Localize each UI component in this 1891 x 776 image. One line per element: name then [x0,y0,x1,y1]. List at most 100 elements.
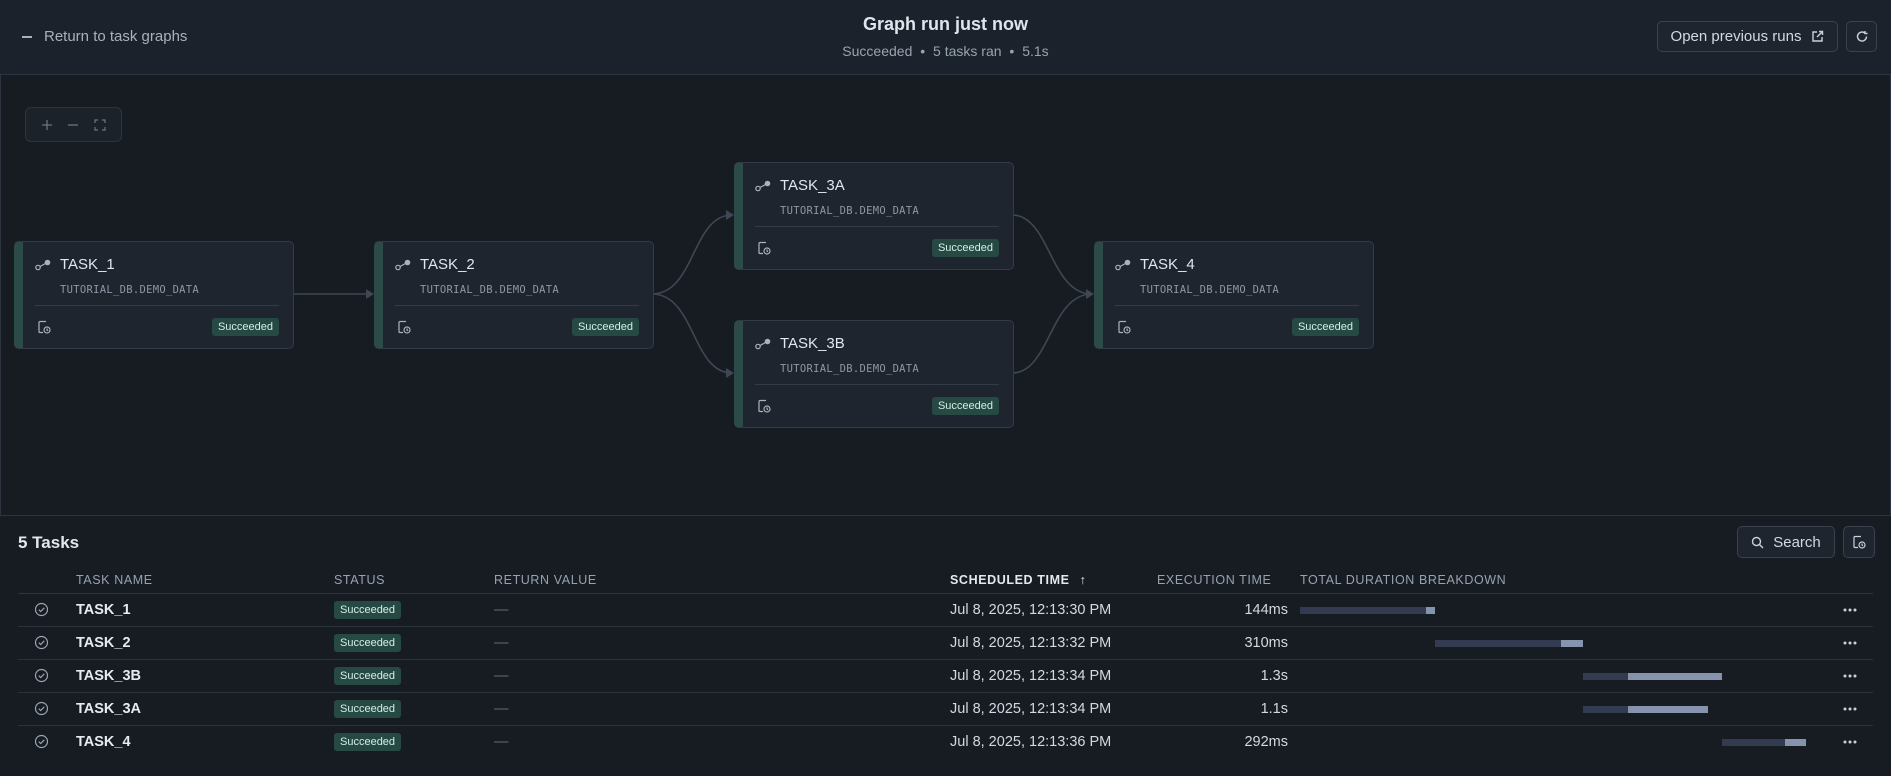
check-circle-icon [34,635,49,650]
task-name-cell[interactable]: TASK_3B [76,668,141,684]
open-previous-runs-button[interactable]: Open previous runs [1657,21,1838,52]
graph-node-task-3b[interactable]: TASK_3B TUTORIAL_DB.DEMO_DATA Succeeded [734,320,1014,428]
column-header-scheduled-time-label: SCHEDULED TIME [950,573,1070,587]
fit-view-icon [94,118,106,131]
row-more-button[interactable] [1838,633,1862,653]
task-name-cell[interactable]: TASK_3A [76,701,141,717]
row-more-button[interactable] [1838,600,1862,620]
task-node-icon [755,338,771,349]
return-value-cell: — [494,668,509,684]
column-header-status[interactable]: STATUS [334,573,385,587]
column-header-task-name[interactable]: TASK NAME [76,573,153,587]
minus-icon [68,123,79,126]
external-link-icon [1812,30,1824,42]
export-icon [1853,535,1866,549]
node-name: TASK_4 [1140,256,1195,273]
scheduled-time-cell: Jul 8, 2025, 12:13:36 PM [950,734,1112,750]
run-status: Succeeded [842,43,913,59]
column-header-duration-breakdown[interactable]: TOTAL DURATION BREAKDOWN [1300,573,1506,587]
column-header-execution-time[interactable]: EXECUTION TIME [1157,573,1271,587]
divider [755,384,999,385]
zoom-in-button[interactable] [38,116,56,134]
separator: • [1009,43,1015,59]
duration-wait-bar [1300,607,1426,614]
node-header: TASK_1 [35,256,115,273]
task-node-icon [755,180,771,191]
column-header-scheduled-time[interactable]: SCHEDULED TIME ↑ [950,573,1086,587]
task-node-icon [1115,259,1131,270]
tasks-ran: 5 tasks ran [933,43,1002,59]
row-more-button[interactable] [1838,666,1862,686]
header: Return to task graphs Graph run just now… [0,0,1891,75]
task-name-cell[interactable]: TASK_2 [76,635,131,651]
status-cell: Succeeded [334,601,402,619]
graph-node-task-4[interactable]: TASK_4 TUTORIAL_DB.DEMO_DATA Succeeded [1094,241,1374,349]
table-row[interactable]: TASK_1 Succeeded — Jul 8, 2025, 12:13:30… [18,594,1873,627]
refresh-button[interactable] [1846,21,1877,52]
divider [755,226,999,227]
table-row[interactable]: TASK_4 Succeeded — Jul 8, 2025, 12:13:36… [18,726,1873,759]
graph-node-task-3a[interactable]: TASK_3A TUTORIAL_DB.DEMO_DATA Succeeded [734,162,1014,270]
status-badge: Succeeded [334,733,402,751]
status-badge: Succeeded [571,318,639,336]
node-database: TUTORIAL_DB.DEMO_DATA [1140,284,1280,296]
tasks-panel-title: 5 Tasks [18,533,80,552]
duration-wait-bar [1583,673,1628,680]
search-button[interactable]: Search [1737,526,1835,558]
more-icon [1843,674,1857,678]
more-icon [1843,740,1857,744]
divider [1115,305,1359,306]
duration-wait-bar [1435,640,1561,647]
column-header-return-value[interactable]: RETURN VALUE [494,573,597,587]
tasks-table: TASK NAME STATUS RETURN VALUE SCHEDULED … [18,566,1873,759]
execution-time-cell: 1.1s [1260,701,1288,717]
table-row[interactable]: TASK_3A Succeeded — Jul 8, 2025, 12:13:3… [18,693,1873,726]
status-cell: Succeeded [334,700,402,718]
node-name: TASK_3A [780,177,845,194]
table-row[interactable]: TASK_2 Succeeded — Jul 8, 2025, 12:13:32… [18,627,1873,660]
node-header: TASK_3A [755,177,845,194]
return-value-cell: — [494,602,509,618]
graph-node-task-2[interactable]: TASK_2 TUTORIAL_DB.DEMO_DATA Succeeded [374,241,654,349]
task-name-cell[interactable]: TASK_4 [76,734,131,750]
node-database: TUTORIAL_DB.DEMO_DATA [780,363,920,375]
check-circle-icon [34,701,49,716]
divider [35,305,279,306]
check-circle-icon [34,668,49,683]
row-more-button[interactable] [1838,732,1862,752]
execution-time-cell: 144ms [1244,602,1288,618]
check-circle-icon [34,734,49,749]
graph-node-task-1[interactable]: TASK_1 TUTORIAL_DB.DEMO_DATA Succeeded [14,241,294,349]
status-badge: Succeeded [211,318,279,336]
return-value-cell: — [494,701,509,717]
separator: • [920,43,926,59]
task-name-cell[interactable]: TASK_1 [76,602,131,618]
zoom-out-button[interactable] [64,116,82,134]
node-database: TUTORIAL_DB.DEMO_DATA [60,284,200,296]
table-row[interactable]: TASK_3B Succeeded — Jul 8, 2025, 12:13:3… [18,660,1873,693]
page-title: Graph run just now [863,14,1028,34]
node-name: TASK_1 [60,256,115,273]
duration-run-bar [1628,673,1722,680]
status-cell: Succeeded [334,667,402,685]
export-button[interactable] [1843,526,1875,558]
duration-run-bar [1426,607,1435,614]
run-summary: Succeeded • 5 tasks ran • 5.1s [0,43,1891,59]
schedule-icon [398,320,411,334]
duration-run-bar [1628,706,1708,713]
sort-ascending-icon: ↑ [1079,573,1087,587]
status-badge: Succeeded [931,239,999,257]
task-node-icon [35,259,51,270]
check-circle-icon [34,602,49,617]
fit-view-button[interactable] [91,116,109,134]
row-more-button[interactable] [1838,699,1862,719]
execution-time-cell: 292ms [1244,734,1288,750]
node-database: TUTORIAL_DB.DEMO_DATA [420,284,560,296]
node-header: TASK_3B [755,335,845,352]
scheduled-time-cell: Jul 8, 2025, 12:13:32 PM [950,635,1112,651]
scheduled-time-cell: Jul 8, 2025, 12:13:34 PM [950,668,1112,684]
node-database: TUTORIAL_DB.DEMO_DATA [780,205,920,217]
status-cell: Succeeded [334,634,402,652]
schedule-icon [758,399,771,413]
duration-run-bar [1785,739,1806,746]
